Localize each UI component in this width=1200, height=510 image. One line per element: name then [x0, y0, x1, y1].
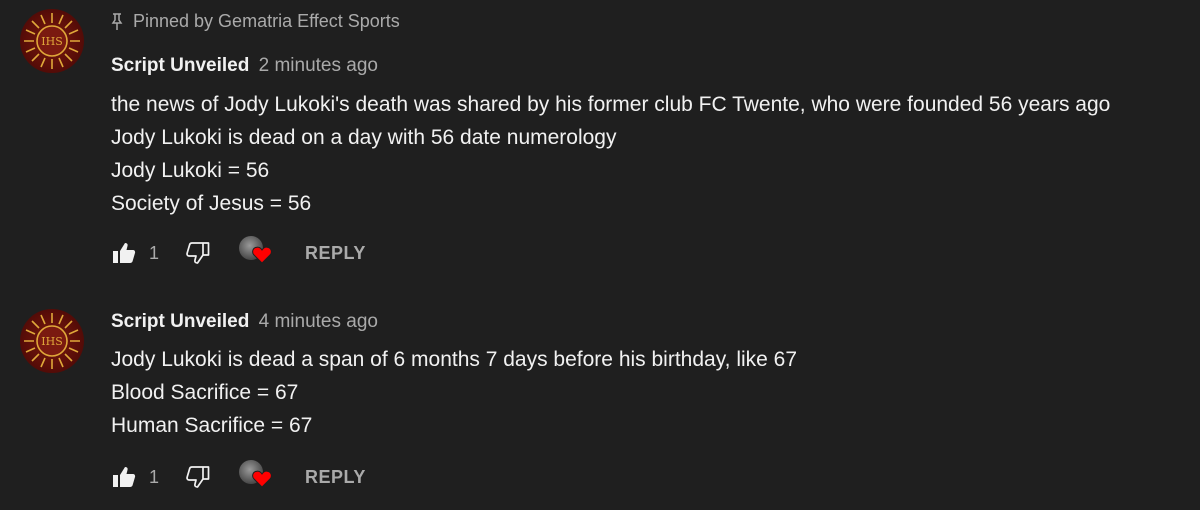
creator-heart-badge [239, 460, 275, 494]
pinned-label: Pinned by Gematria Effect Sports [111, 11, 400, 32]
svg-text:IHS: IHS [41, 335, 62, 348]
author-avatar[interactable]: IHS [20, 9, 84, 73]
reply-button[interactable]: REPLY [305, 467, 366, 488]
comment-line: Human Sacrifice = 67 [111, 414, 313, 437]
comment-line: Jody Lukoki is dead on a day with 56 dat… [111, 126, 617, 149]
dislike-button[interactable] [185, 240, 211, 266]
comment-line: Jody Lukoki is dead a span of 6 months 7… [111, 348, 798, 371]
comment-line: the news of Jody Lukoki's death was shar… [111, 93, 1111, 116]
heart-icon [252, 246, 272, 264]
like-count: 1 [149, 242, 160, 263]
comment-time[interactable]: 2 minutes ago [259, 55, 378, 76]
like-button[interactable] [111, 464, 137, 490]
svg-text:IHS: IHS [41, 35, 62, 48]
comment-text: Jody Lukoki is dead a span of 6 months 7… [111, 343, 797, 442]
reply-button[interactable]: REPLY [305, 243, 366, 264]
heart-icon [252, 470, 272, 488]
thumbs-down-icon [186, 466, 210, 488]
thumbs-down-icon [186, 242, 210, 264]
comment-header: Script Unveiled 2 minutes ago [111, 55, 378, 77]
author-avatar[interactable]: IHS [20, 309, 84, 373]
author-name[interactable]: Script Unveiled [111, 55, 249, 76]
like-count: 1 [149, 466, 160, 487]
sun-emblem-icon: IHS [24, 13, 80, 69]
author-name[interactable]: Script Unveiled [111, 311, 249, 332]
comment-actions: 1 REPLY [111, 460, 366, 494]
thumbs-up-icon [113, 243, 136, 263]
comment-text: the news of Jody Lukoki's death was shar… [111, 88, 1110, 220]
pinned-text: Pinned by Gematria Effect Sports [133, 11, 400, 31]
comment-line: Jody Lukoki = 56 [111, 159, 270, 182]
dislike-button[interactable] [185, 464, 211, 490]
thumbs-up-icon [113, 467, 136, 487]
comment-line: Blood Sacrifice = 67 [111, 381, 299, 404]
sun-emblem-icon: IHS [24, 313, 80, 369]
comment-time[interactable]: 4 minutes ago [259, 311, 378, 332]
comment-header: Script Unveiled 4 minutes ago [111, 311, 378, 333]
pin-icon [111, 12, 123, 30]
comment-line: Society of Jesus = 56 [111, 192, 312, 215]
comment-actions: 1 REPLY [111, 236, 366, 270]
like-button[interactable] [111, 240, 137, 266]
creator-heart-badge [239, 236, 275, 270]
